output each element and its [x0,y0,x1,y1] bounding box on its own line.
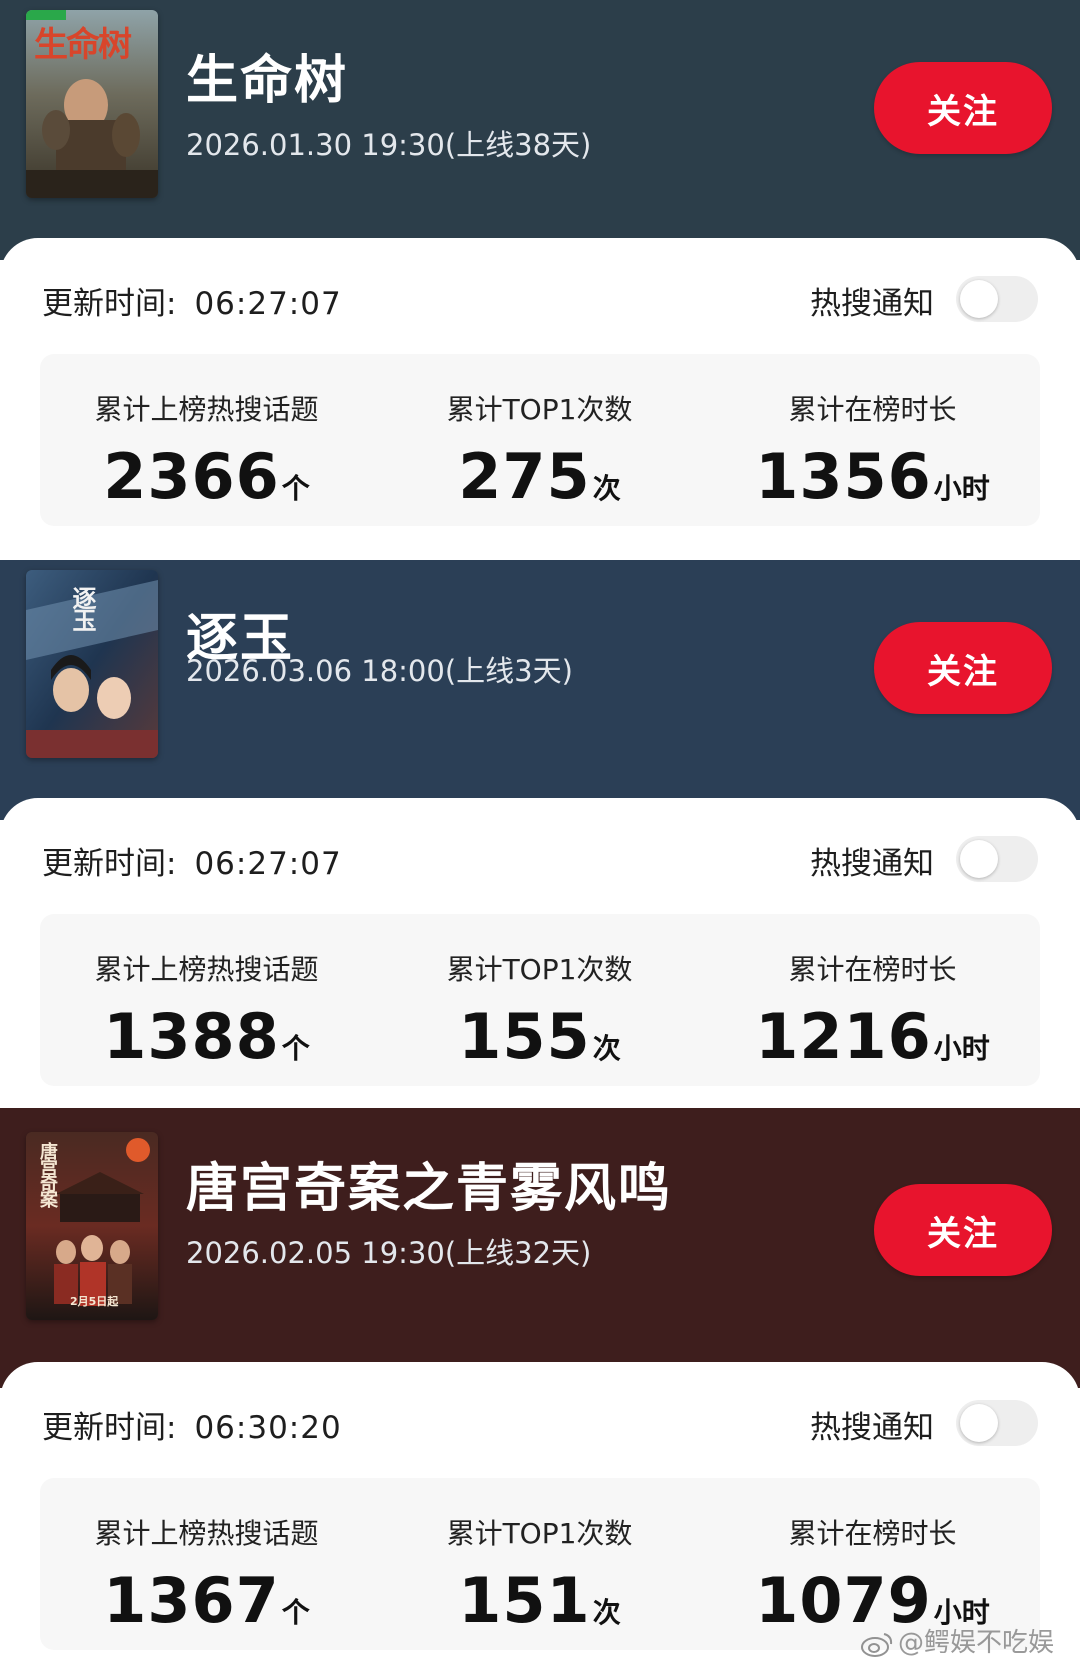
follow-button[interactable]: 关注 [874,1184,1052,1276]
stat-unit: 次 [592,472,621,505]
release-info: 2026.01.30 19:30(上线38天) [186,128,592,162]
poster-title-text: 唐宫奇案 [37,1142,58,1206]
stat-top1-count: 累计TOP1次数 155次 [373,914,706,1086]
stat-top1-count: 累计TOP1次数 275次 [373,354,706,526]
stat-top1-count: 累计TOP1次数 151次 [373,1478,706,1650]
poster-title-text: 生命树 [34,25,132,65]
stat-hot-topics: 累计上榜热搜话题 2366个 [40,354,373,526]
stat-unit: 次 [592,1032,621,1065]
stat-value: 1367 [103,1564,280,1637]
stat-label: 累计TOP1次数 [446,1517,633,1550]
hot-search-notify-label: 热搜通知 [810,286,934,322]
show-card: 逐玉 逐玉 2026.03.06 18:00(上线3天) 关注 更新时间: 06:… [0,560,1080,1108]
show-header: 生命树 生命树 2026.01.30 19:30(上线38天) 关注 [0,0,1080,260]
weibo-icon [861,1632,893,1657]
follow-button[interactable]: 关注 [874,622,1052,714]
toggle-knob [960,1404,998,1442]
show-card: 唐宫奇案 2月5日起 唐宫奇案之青雾风鸣 2026.02.05 19:30(上线… [0,1108,1080,1663]
stat-value: 151 [458,1564,591,1637]
poster-title-text: 逐玉 [68,586,97,630]
poster-date-text: 2月5日起 [70,1295,119,1308]
stat-value: 155 [458,1000,591,1073]
update-time-label: 更新时间: [42,286,177,322]
stat-label: 累计TOP1次数 [446,393,633,426]
show-card: 生命树 生命树 2026.01.30 19:30(上线38天) 关注 更新时间:… [0,0,1080,560]
stat-unit: 小时 [933,1032,990,1065]
show-header: 逐玉 逐玉 2026.03.06 18:00(上线3天) 关注 [0,560,1080,820]
stats-card: 更新时间: 06:30:20 热搜通知 累计上榜热搜话题 1367个 累计TOP1… [0,1362,1080,1663]
stats-card: 更新时间: 06:27:07 热搜通知 累计上榜热搜话题 1388个 累计TOP1… [0,798,1080,1108]
stat-value: 2366 [103,440,280,513]
stat-unit: 小时 [933,472,990,505]
stat-label: 累计上榜热搜话题 [94,953,319,986]
update-time-row: 更新时间: 06:27:07 [42,838,342,883]
hot-search-notify-toggle[interactable] [956,276,1038,322]
stats-card: 更新时间: 06:27:07 热搜通知 累计上榜热搜话题 2366个 累计TOP1… [0,238,1080,560]
follow-button[interactable]: 关注 [874,62,1052,154]
stat-value: 275 [458,440,591,513]
stats-panel: 累计上榜热搜话题 2366个 累计TOP1次数 275次 累计在榜时长 1356… [40,354,1040,526]
update-time-value: 06:27:07 [194,846,342,882]
update-time-value: 06:30:20 [194,1410,342,1446]
stat-unit: 次 [592,1596,621,1629]
hot-search-notify-label: 热搜通知 [810,1410,934,1446]
poster-image[interactable]: 逐玉 [26,570,158,758]
hot-search-notify-toggle[interactable] [956,836,1038,882]
release-info: 2026.02.05 19:30(上线32天) [186,1236,592,1270]
stat-hot-topics: 累计上榜热搜话题 1367个 [40,1478,373,1650]
stat-label: 累计在榜时长 [788,1517,957,1550]
show-header: 唐宫奇案 2月5日起 唐宫奇案之青雾风鸣 2026.02.05 19:30(上线… [0,1108,1080,1388]
update-time-row: 更新时间: 06:27:07 [42,278,342,323]
stat-unit: 个 [281,472,310,505]
poster-image[interactable]: 唐宫奇案 2月5日起 [26,1132,158,1320]
stat-value: 1356 [755,440,932,513]
release-info: 2026.03.06 18:00(上线3天) [186,654,573,688]
stat-hours-on-list: 累计在榜时长 1356小时 [706,354,1039,526]
update-time-value: 06:27:07 [194,286,342,322]
update-time-row: 更新时间: 06:30:20 [42,1402,342,1447]
hot-search-notify-toggle[interactable] [956,1400,1038,1446]
update-time-label: 更新时间: [42,1410,177,1446]
stat-label: 累计在榜时长 [788,953,957,986]
stat-unit: 个 [281,1596,310,1629]
update-time-label: 更新时间: [42,846,177,882]
stats-panel: 累计上榜热搜话题 1388个 累计TOP1次数 155次 累计在榜时长 1216… [40,914,1040,1086]
stat-label: 累计上榜热搜话题 [94,393,319,426]
stat-label: 累计上榜热搜话题 [94,1517,319,1550]
stat-hot-topics: 累计上榜热搜话题 1388个 [40,914,373,1086]
stat-label: 累计TOP1次数 [446,953,633,986]
stat-value: 1216 [755,1000,932,1073]
hot-search-notify-label: 热搜通知 [810,846,934,882]
stat-unit: 个 [281,1032,310,1065]
stat-value: 1388 [103,1000,280,1073]
toggle-knob [960,840,998,878]
watermark-text: @鳄娱不吃娱 [898,1628,1055,1658]
show-title: 唐宫奇案之青雾风鸣 [186,1159,673,1219]
poster-image[interactable]: 生命树 [26,10,158,198]
watermark: @鳄娱不吃娱 [860,1622,1054,1659]
stat-label: 累计在榜时长 [788,393,957,426]
toggle-knob [960,280,998,318]
stat-hours-on-list: 累计在榜时长 1216小时 [706,914,1039,1086]
show-title: 生命树 [186,51,349,111]
